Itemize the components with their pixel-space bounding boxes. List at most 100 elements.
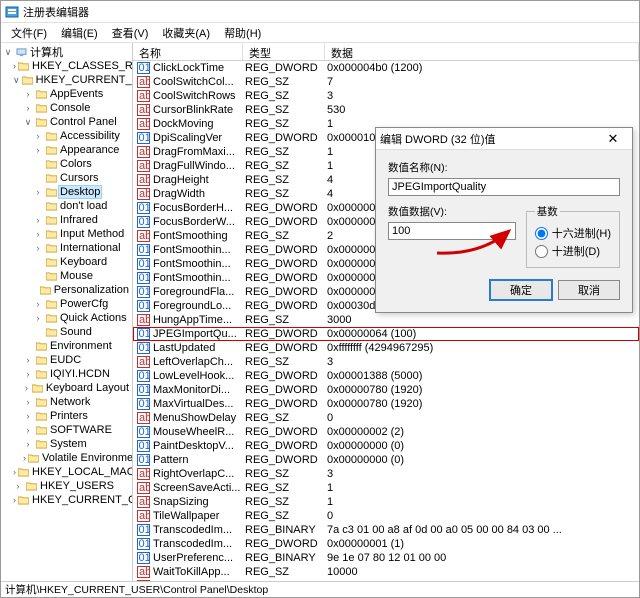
tree-eudc[interactable]: ›EUDC: [23, 353, 132, 367]
tree-accessibility[interactable]: ›Accessibility: [33, 129, 132, 143]
tree-keyboard[interactable]: Keyboard: [33, 255, 132, 269]
expand-toggle[interactable]: ›: [33, 215, 43, 225]
expand-toggle[interactable]: ›: [23, 439, 33, 449]
expand-toggle[interactable]: ›: [23, 369, 33, 379]
expand-toggle[interactable]: ›: [23, 89, 33, 99]
tree-computer[interactable]: ∨计算机: [3, 45, 132, 59]
tree-controlpanel[interactable]: ∨Control Panel: [23, 115, 132, 129]
tree-iqiyi[interactable]: ›IQIYI.HCDN: [23, 367, 132, 381]
tree-network[interactable]: ›Network: [23, 395, 132, 409]
menu-edit[interactable]: 编辑(E): [55, 25, 104, 41]
value-row[interactable]: abScreenSaveActi...REG_SZ1: [133, 481, 639, 495]
tree-personalization[interactable]: Personalization: [33, 283, 132, 297]
radio-hex-input[interactable]: [535, 227, 548, 240]
expand-toggle[interactable]: ›: [13, 481, 23, 491]
value-row[interactable]: 011JPEGImportQu...REG_DWORD0x00000064 (1…: [133, 327, 639, 341]
expand-toggle[interactable]: ›: [13, 495, 16, 505]
tree-volatile[interactable]: ›Volatile Environment: [23, 451, 132, 465]
value-row[interactable]: 011TranscodedIm...REG_DWORD0x00000001 (1…: [133, 537, 639, 551]
expand-toggle[interactable]: ›: [13, 467, 16, 477]
value-row[interactable]: abCursorBlinkRateREG_SZ530: [133, 103, 639, 117]
tree-hklm[interactable]: ›HKEY_LOCAL_MACHINE: [13, 465, 132, 479]
tree-appevents[interactable]: ›AppEvents: [23, 87, 132, 101]
value-row[interactable]: 011UserPreferenc...REG_BINARY9e 1e 07 80…: [133, 551, 639, 565]
expand-toggle[interactable]: ›: [23, 355, 33, 365]
expand-toggle[interactable]: ›: [23, 383, 30, 393]
radio-dec-input[interactable]: [535, 245, 548, 258]
tree-appearance[interactable]: ›Appearance: [33, 143, 132, 157]
col-data[interactable]: 数据: [325, 43, 639, 60]
value-row[interactable]: 011ClickLockTimeREG_DWORD0x000004b0 (120…: [133, 61, 639, 75]
cancel-button[interactable]: 取消: [558, 280, 620, 300]
tree-infrared[interactable]: ›Infrared: [33, 213, 132, 227]
value-row[interactable]: 011MaxMonitorDi...REG_DWORD0x00000780 (1…: [133, 383, 639, 397]
col-type[interactable]: 类型: [243, 43, 325, 60]
expand-toggle[interactable]: ›: [23, 453, 26, 463]
expand-toggle[interactable]: ›: [23, 397, 33, 407]
tree-mouse[interactable]: Mouse: [33, 269, 132, 283]
expand-toggle[interactable]: ›: [33, 313, 43, 323]
menu-fav[interactable]: 收藏夹(A): [156, 25, 216, 41]
tree-kblayout[interactable]: ›Keyboard Layout: [23, 381, 132, 395]
value-data-input[interactable]: [388, 222, 516, 240]
tree-hkcr[interactable]: ›HKEY_CLASSES_ROOT: [13, 59, 132, 73]
value-row[interactable]: abHungAppTime...REG_SZ3000: [133, 313, 639, 327]
tree-powercfg[interactable]: ›PowerCfg: [33, 297, 132, 311]
expand-toggle[interactable]: ∨: [13, 75, 20, 86]
tree-system[interactable]: ›System: [23, 437, 132, 451]
radio-dec[interactable]: 十进制(D): [535, 243, 611, 259]
value-row[interactable]: abWallpaperREG_SZC:\Users\Administrator\…: [133, 579, 639, 581]
value-row[interactable]: abLeftOverlapCh...REG_SZ3: [133, 355, 639, 369]
tree-desktop[interactable]: ›Desktop: [33, 185, 132, 199]
tree-quickactions[interactable]: ›Quick Actions: [33, 311, 132, 325]
value-row[interactable]: 011LastUpdatedREG_DWORD0xffffffff (42949…: [133, 341, 639, 355]
tree-hkcu[interactable]: ∨HKEY_CURRENT_USER: [13, 73, 132, 87]
value-row[interactable]: abWaitToKillApp...REG_SZ10000: [133, 565, 639, 579]
expand-toggle[interactable]: ›: [33, 145, 43, 155]
tree-hkcc[interactable]: ›HKEY_CURRENT_CONFIG: [13, 493, 132, 507]
tree-dontload[interactable]: don't load: [33, 199, 132, 213]
expand-toggle[interactable]: ›: [23, 411, 33, 421]
key-tree[interactable]: ∨计算机›HKEY_CLASSES_ROOT∨HKEY_CURRENT_USER…: [1, 43, 133, 581]
value-row[interactable]: abCoolSwitchRowsREG_SZ3: [133, 89, 639, 103]
expand-toggle[interactable]: ›: [33, 131, 43, 141]
tree-international[interactable]: ›International: [33, 241, 132, 255]
value-row[interactable]: abRightOverlapC...REG_SZ3: [133, 467, 639, 481]
tree-printers[interactable]: ›Printers: [23, 409, 132, 423]
tree-inputmethod[interactable]: ›Input Method: [33, 227, 132, 241]
expand-toggle[interactable]: ›: [33, 299, 43, 309]
expand-toggle[interactable]: ∨: [23, 117, 33, 128]
expand-toggle[interactable]: ›: [33, 229, 43, 239]
expand-toggle[interactable]: ›: [23, 425, 33, 435]
tree-sound[interactable]: Sound: [33, 325, 132, 339]
value-row[interactable]: abMenuShowDelayREG_SZ0: [133, 411, 639, 425]
value-row[interactable]: abTileWallpaperREG_SZ0: [133, 509, 639, 523]
tree-colors[interactable]: Colors: [33, 157, 132, 171]
expand-toggle[interactable]: ›: [13, 61, 16, 71]
menu-file[interactable]: 文件(F): [5, 25, 53, 41]
tree-cursors[interactable]: Cursors: [33, 171, 132, 185]
radio-hex[interactable]: 十六进制(H): [535, 225, 611, 241]
col-name[interactable]: 名称: [133, 43, 243, 60]
ok-button[interactable]: 确定: [490, 280, 552, 300]
expand-toggle[interactable]: ›: [33, 243, 43, 253]
expand-toggle[interactable]: ›: [23, 103, 33, 113]
value-row[interactable]: abCoolSwitchCol...REG_SZ7: [133, 75, 639, 89]
tree-console[interactable]: ›Console: [23, 101, 132, 115]
expand-toggle[interactable]: ›: [33, 187, 43, 197]
tree-environment[interactable]: Environment: [23, 339, 132, 353]
expand-toggle[interactable]: ∨: [3, 47, 13, 58]
value-row[interactable]: 011PaintDesktopV...REG_DWORD0x00000000 (…: [133, 439, 639, 453]
value-row[interactable]: 011PatternREG_DWORD0x00000000 (0): [133, 453, 639, 467]
tree-software[interactable]: ›SOFTWARE: [23, 423, 132, 437]
value-row[interactable]: 011TranscodedIm...REG_BINARY7a c3 01 00 …: [133, 523, 639, 537]
tree-hku[interactable]: ›HKEY_USERS: [13, 479, 132, 493]
value-row[interactable]: 011LowLevelHook...REG_DWORD0x00001388 (5…: [133, 369, 639, 383]
value-row[interactable]: 011MouseWheelR...REG_DWORD0x00000002 (2): [133, 425, 639, 439]
value-name-input[interactable]: [388, 178, 620, 196]
value-row[interactable]: 011MaxVirtualDes...REG_DWORD0x00000780 (…: [133, 397, 639, 411]
menu-help[interactable]: 帮助(H): [218, 25, 267, 41]
menu-view[interactable]: 查看(V): [106, 25, 155, 41]
close-icon[interactable]: ✕: [598, 131, 628, 147]
value-row[interactable]: abSnapSizingREG_SZ1: [133, 495, 639, 509]
